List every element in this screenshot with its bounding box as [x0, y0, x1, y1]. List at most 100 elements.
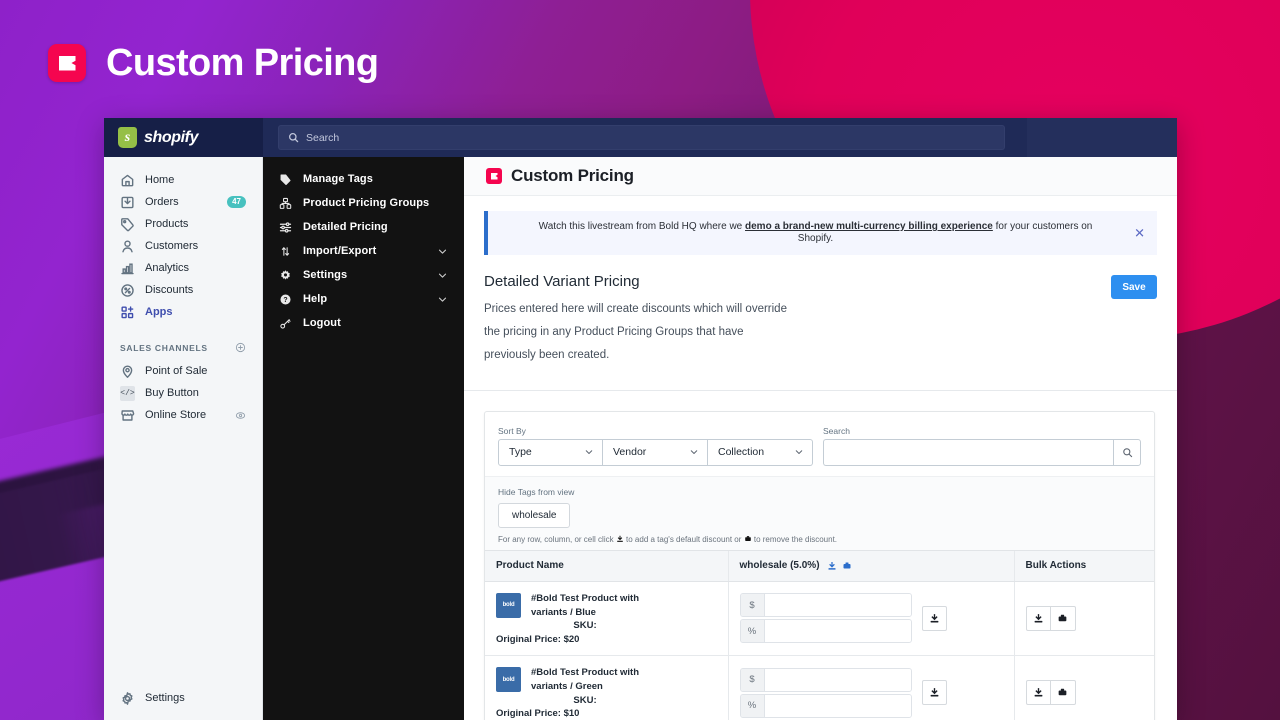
- sidebar-item-apps[interactable]: Apps: [109, 301, 257, 323]
- wholesale-price-cell: $ %: [728, 581, 1014, 655]
- eraser-icon: [744, 535, 752, 543]
- description-line-3: previously been created.: [484, 344, 844, 367]
- tags-hint-before: For any row, column, or cell click: [498, 535, 616, 544]
- price-cell-inner: $ %: [740, 593, 1003, 643]
- sidebar-item-products[interactable]: Products: [109, 213, 257, 235]
- search-icon: [288, 132, 299, 143]
- app-nav-item-logout[interactable]: Logout: [263, 311, 464, 335]
- sidebar-item-label: Discounts: [145, 284, 193, 296]
- tag-chip-wholesale[interactable]: wholesale: [498, 503, 570, 528]
- sidebar-item-analytics[interactable]: Analytics: [109, 257, 257, 279]
- percent-circle-icon: [120, 283, 135, 298]
- poster-title-text: Custom Pricing: [106, 44, 378, 82]
- product-name-line-2: variants / Green: [531, 680, 639, 694]
- product-original-price: Original Price: $20: [496, 634, 717, 645]
- calendar-icon[interactable]: [911, 600, 912, 611]
- global-search-input[interactable]: Search: [278, 125, 1005, 150]
- percent-price-input[interactable]: [765, 620, 911, 642]
- row-apply-discount-button[interactable]: [922, 680, 947, 705]
- question-circle-icon: ?: [279, 293, 292, 306]
- eraser-icon[interactable]: [842, 561, 852, 571]
- product-cell-inner: bold #Bold Test Product with variants / …: [496, 666, 717, 707]
- bulk-remove-discount-button[interactable]: [1051, 606, 1076, 631]
- product-sku: SKU:: [531, 694, 639, 708]
- banner-link[interactable]: demo a brand-new multi-currency billing …: [745, 221, 993, 232]
- search-group: Search: [823, 426, 1141, 466]
- app-nav-item-import-export[interactable]: Import/Export: [263, 239, 464, 263]
- percent-prefix: %: [741, 620, 765, 642]
- sidebar-item-label: Products: [145, 218, 188, 230]
- column-header-wholesale-label: wholesale (5.0%): [740, 560, 820, 571]
- app-nav-item-label: Product Pricing Groups: [303, 197, 429, 209]
- download-stamp-icon: [1033, 687, 1044, 698]
- shopify-bag-icon: s: [118, 127, 137, 148]
- download-stamp-icon[interactable]: [827, 561, 837, 571]
- product-sku: SKU:: [531, 619, 639, 633]
- plus-circle-icon[interactable]: [235, 342, 246, 353]
- app-nav-item-detailed-pricing[interactable]: Detailed Pricing: [263, 215, 464, 239]
- type-select[interactable]: Type: [498, 439, 603, 466]
- bold-square-logo-icon: [486, 168, 502, 184]
- variant-pricing-table: Product Name wholesale (5.0%) Bulk A: [485, 550, 1154, 720]
- app-nav-item-manage-tags[interactable]: Manage Tags: [263, 167, 464, 191]
- product-search-input[interactable]: [823, 439, 1113, 466]
- sidebar-item-customers[interactable]: Customers: [109, 235, 257, 257]
- price-inputs: $ %: [740, 593, 912, 643]
- save-button[interactable]: Save: [1111, 275, 1157, 299]
- dollar-price-input[interactable]: [765, 594, 911, 616]
- original-price-label: Original Price:: [496, 708, 561, 719]
- app-nav-item-settings[interactable]: Settings: [263, 263, 464, 287]
- sidebar-item-orders[interactable]: Orders 47: [109, 191, 257, 213]
- close-icon[interactable]: ✕: [1134, 227, 1145, 240]
- topbar-search-wrap: Search: [263, 125, 1027, 150]
- shopify-brand[interactable]: s shopify: [104, 118, 263, 157]
- page-heading-text: Detailed Variant Pricing Prices entered …: [484, 273, 1111, 368]
- orders-badge: 47: [227, 196, 246, 209]
- collection-select[interactable]: Collection: [708, 439, 813, 466]
- eye-icon[interactable]: [235, 410, 246, 421]
- chevron-down-icon: [689, 447, 699, 457]
- person-icon: [120, 239, 135, 254]
- table-row: bold #Bold Test Product with variants / …: [485, 656, 1154, 720]
- page-heading-block: Detailed Variant Pricing Prices entered …: [464, 255, 1177, 368]
- app-nav-item-product-pricing-groups[interactable]: Product Pricing Groups: [263, 191, 464, 215]
- app-header: Custom Pricing: [464, 157, 1177, 196]
- poster-title: Custom Pricing: [48, 44, 378, 82]
- row-apply-discount-button[interactable]: [922, 606, 947, 631]
- bulk-apply-discount-button[interactable]: [1026, 680, 1051, 705]
- shopify-wordmark: shopify: [144, 129, 198, 147]
- product-name-cell: bold #Bold Test Product with variants / …: [485, 656, 728, 720]
- bulk-apply-discount-button[interactable]: [1026, 606, 1051, 631]
- pricing-card-wrap: Sort By Type Vendor: [464, 391, 1177, 720]
- dollar-price-input[interactable]: [765, 669, 911, 691]
- vendor-select[interactable]: Vendor: [603, 439, 708, 466]
- sidebar-item-buy-button[interactable]: </> Buy Button: [109, 382, 257, 404]
- bulk-remove-discount-button[interactable]: [1051, 680, 1076, 705]
- sidebar-item-settings[interactable]: Settings: [109, 687, 257, 709]
- sidebar-item-label: Customers: [145, 240, 198, 252]
- content-scroll-area[interactable]: Watch this livestream from Bold HQ where…: [464, 196, 1177, 720]
- chevron-down-icon: [794, 447, 804, 457]
- search-chain: [823, 439, 1141, 466]
- product-name-line-1: #Bold Test Product with: [531, 666, 639, 680]
- chevron-down-icon: [437, 270, 448, 281]
- sidebar-item-online-store[interactable]: Online Store: [109, 404, 257, 426]
- banner-wrap: Watch this livestream from Bold HQ where…: [464, 196, 1177, 255]
- percent-prefix: %: [741, 695, 765, 717]
- sidebar-item-home[interactable]: Home: [109, 169, 257, 191]
- eraser-icon: [1057, 687, 1068, 698]
- app-nav-item-help[interactable]: ? Help: [263, 287, 464, 311]
- sidebar-item-discounts[interactable]: Discounts: [109, 279, 257, 301]
- search-submit-button[interactable]: [1113, 439, 1141, 466]
- column-header-wholesale: wholesale (5.0%): [728, 550, 1014, 581]
- sort-select-chain: Type Vendor Collection: [498, 439, 813, 466]
- sidebar-item-point-of-sale[interactable]: Point of Sale: [109, 360, 257, 382]
- description-line-2: the pricing in any Product Pricing Group…: [484, 321, 844, 344]
- download-stamp-icon: [616, 535, 624, 543]
- dollar-prefix: $: [741, 669, 765, 691]
- product-thumbnail: bold: [496, 667, 521, 692]
- product-info: #Bold Test Product with variants / Green…: [531, 666, 639, 707]
- percent-price-input[interactable]: [765, 695, 911, 717]
- bulk-actions-cell: [1014, 581, 1154, 655]
- product-cell-inner: bold #Bold Test Product with variants / …: [496, 592, 717, 633]
